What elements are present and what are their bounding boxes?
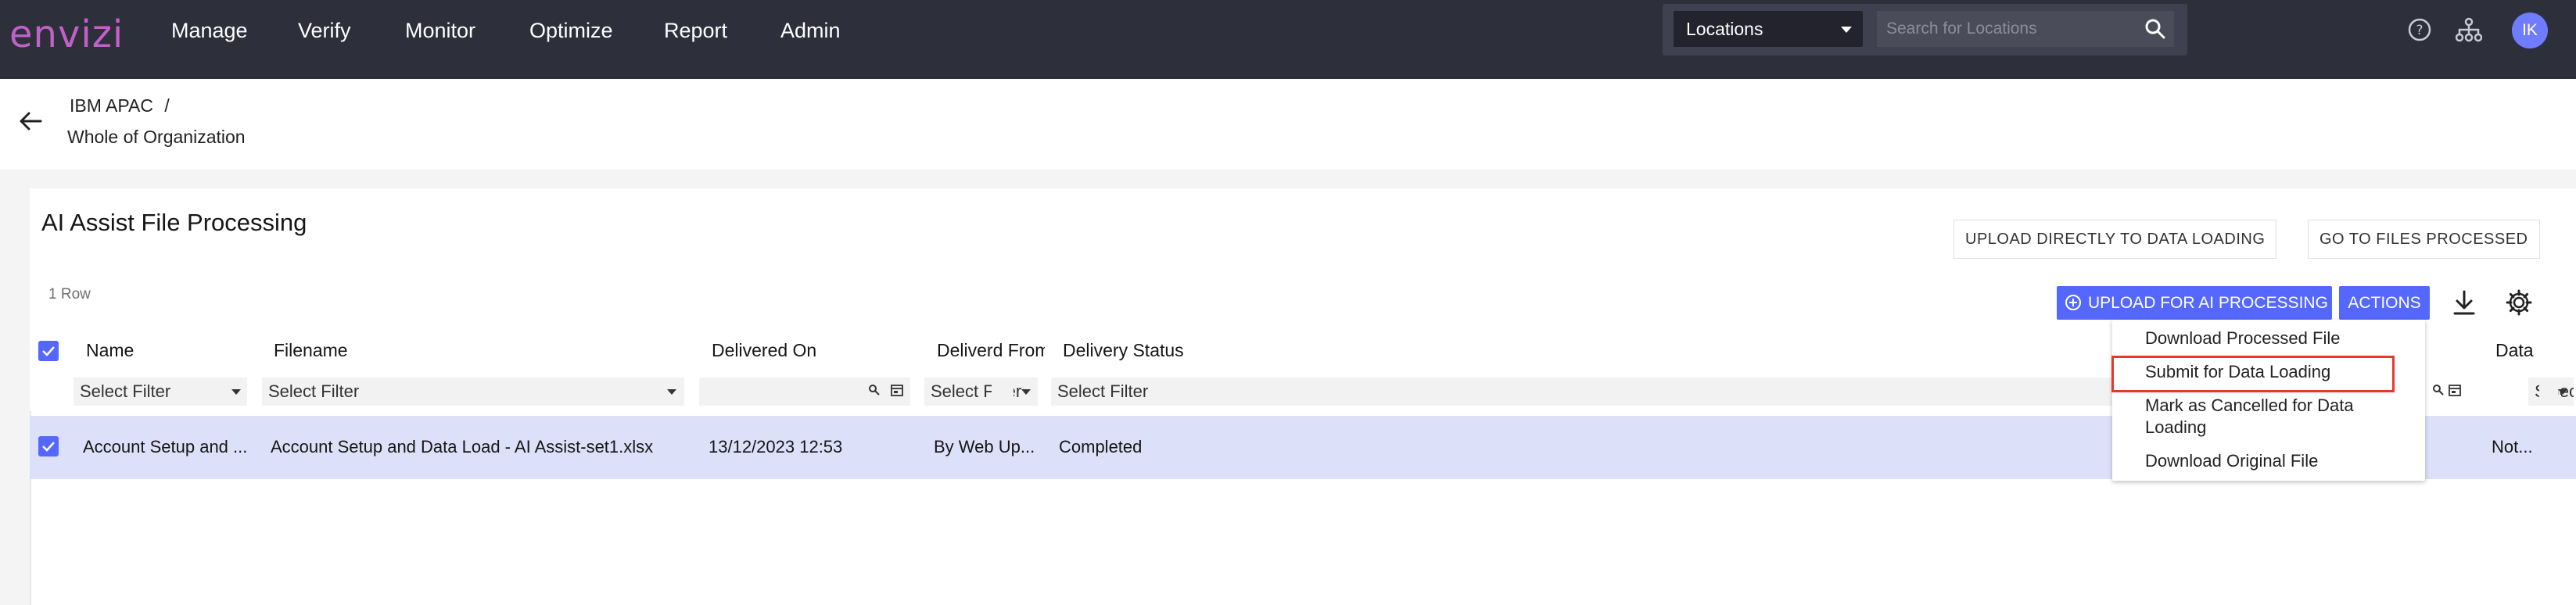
back-arrow-icon[interactable] <box>19 110 42 132</box>
delivered-from-filter-select[interactable]: Select Filter <box>924 378 1038 406</box>
caret-down-icon <box>1841 27 1852 33</box>
actions-button[interactable]: ACTIONS <box>2339 286 2430 320</box>
checkmark-icon <box>42 346 55 356</box>
menu-item-mark-as-cancelled[interactable]: Mark as Cancelled for Data Loading <box>2145 395 2380 439</box>
row-delivered-on: 13/12/2023 12:53 <box>709 437 843 456</box>
name-filter-value: Select Filter <box>80 381 171 401</box>
breadcrumb: IBM APAC / Whole of Organization <box>0 79 2576 170</box>
delivered-on-date-filter[interactable] <box>699 378 910 406</box>
column-header-filename[interactable]: Filename <box>274 340 348 361</box>
name-filter-select[interactable]: Select Filter <box>74 378 247 406</box>
breadcrumb-parent[interactable]: IBM APAC / <box>70 95 170 116</box>
settings-gear-icon[interactable] <box>2505 288 2533 317</box>
nav-optimize[interactable]: Optimize <box>529 19 613 43</box>
row-checkbox[interactable] <box>38 436 59 456</box>
breadcrumb-parent-label: IBM APAC <box>70 95 153 116</box>
delivered-from-filter-value: Select Filter <box>931 381 1022 401</box>
filename-filter-value: Select Filter <box>268 381 360 401</box>
actions-dropdown-menu: Download Processed File Submit for Data … <box>2112 320 2425 481</box>
row-delivered-from: By Web Up... <box>934 437 1035 456</box>
row-name: Account Setup and ... <box>83 437 248 456</box>
delivery-status-filter-value: Select Filter <box>1057 381 1149 401</box>
row-delivery-status: Completed <box>1059 437 1143 456</box>
top-navigation-bar: envizi Manage Verify Monitor Optimize Re… <box>0 0 2576 79</box>
checkmark-icon <box>42 442 55 452</box>
caret-down-icon <box>231 389 241 395</box>
nav-verify[interactable]: Verify <box>298 19 351 43</box>
help-icon[interactable]: ? <box>2407 17 2432 42</box>
user-avatar[interactable]: IK <box>2512 13 2548 48</box>
data-filter-select[interactable]: Select Filter <box>2528 378 2574 406</box>
select-all-checkbox[interactable] <box>38 341 59 361</box>
column-header-data[interactable]: Data <box>2495 340 2534 361</box>
column-header-name[interactable]: Name <box>86 340 134 361</box>
envizi-logo[interactable]: envizi <box>9 13 124 56</box>
breadcrumb-separator: / <box>164 95 170 116</box>
caret-down-icon <box>2558 389 2567 395</box>
search-icon <box>2433 385 2444 396</box>
column-header-delivered-on[interactable]: Delivered On <box>712 340 816 361</box>
row-data: Not... <box>2492 437 2533 456</box>
menu-item-download-original-file[interactable]: Download Original File <box>2145 450 2318 472</box>
hierarchy-icon[interactable] <box>2456 17 2482 42</box>
svg-text:?: ? <box>2416 23 2423 38</box>
filename-filter-select[interactable]: Select Filter <box>262 378 684 406</box>
search-scope-label: Locations <box>1686 19 1763 39</box>
location-search-input[interactable] <box>1877 11 2174 47</box>
page-title: AI Assist File Processing <box>41 209 307 236</box>
go-to-files-processed-button[interactable]: GO TO FILES PROCESSED <box>2308 220 2540 259</box>
calendar-icon[interactable] <box>2448 383 2462 397</box>
caret-down-icon <box>1021 389 1031 395</box>
nav-monitor[interactable]: Monitor <box>405 19 475 43</box>
add-circle-icon <box>2065 295 2081 310</box>
upload-for-ai-processing-button[interactable]: UPLOAD FOR AI PROCESSING <box>2057 286 2332 320</box>
download-icon[interactable] <box>2451 288 2477 317</box>
nav-admin[interactable]: Admin <box>780 19 841 43</box>
column-header-delivered-from[interactable]: Deliverd From <box>937 340 1045 361</box>
search-icon[interactable] <box>2144 18 2166 40</box>
delivery-status-filter-select[interactable]: Select Filter <box>1051 378 2115 406</box>
data-filter-value: Select Filter <box>2535 381 2574 401</box>
menu-item-download-processed-file[interactable]: Download Processed File <box>2145 328 2340 349</box>
breadcrumb-current: Whole of Organization <box>67 127 246 147</box>
location-search-group: Locations <box>1663 4 2187 55</box>
search-scope-select[interactable]: Locations <box>1674 11 1863 47</box>
row-count: 1 Row <box>48 286 91 302</box>
nav-report[interactable]: Report <box>664 19 727 43</box>
upload-directly-button[interactable]: UPLOAD DIRECTLY TO DATA LOADING <box>1954 220 2277 259</box>
upload-for-ai-label: UPLOAD FOR AI PROCESSING <box>2088 294 2328 312</box>
highlight-box <box>2111 356 2395 392</box>
search-icon <box>869 385 880 396</box>
nav-manage[interactable]: Manage <box>171 19 248 43</box>
calendar-icon[interactable] <box>890 383 904 397</box>
row-filename: Account Setup and Data Load - AI Assist-… <box>271 437 654 456</box>
column-header-delivery-status[interactable]: Delivery Status <box>1063 340 1184 361</box>
caret-down-icon <box>667 389 676 395</box>
